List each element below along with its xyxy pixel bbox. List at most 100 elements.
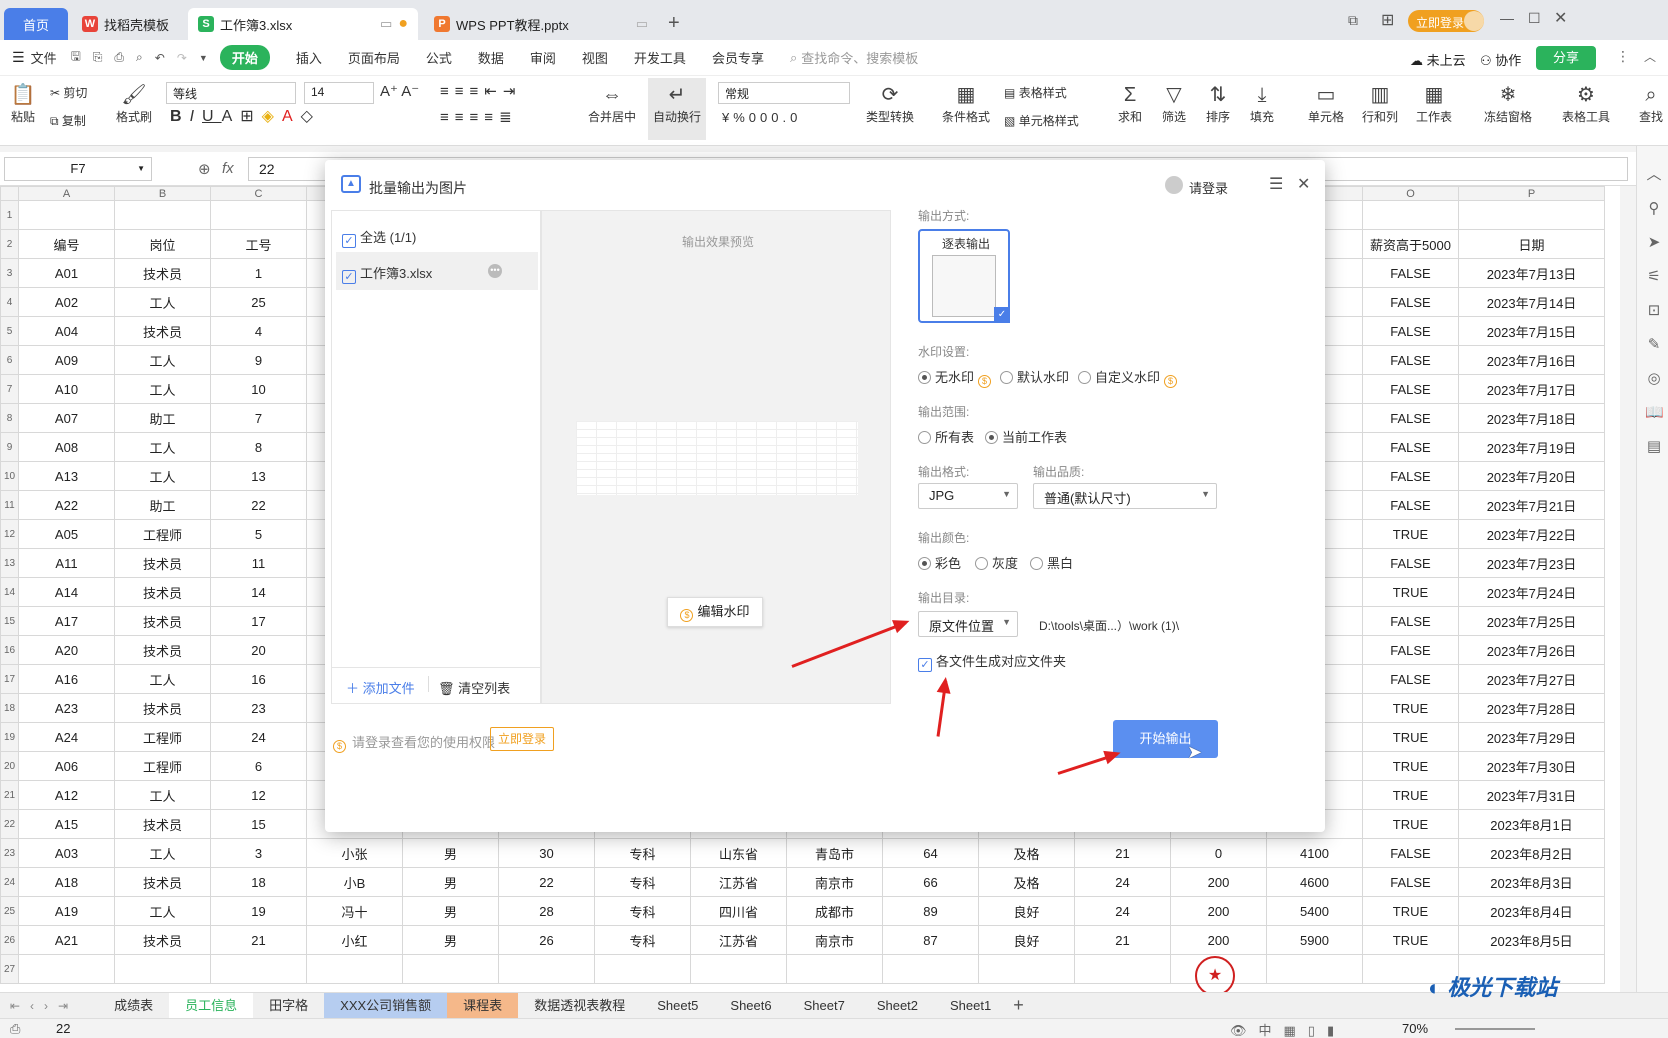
- cell[interactable]: 助工: [114, 490, 211, 520]
- cell[interactable]: 23: [210, 693, 307, 723]
- output-mode-card[interactable]: 逐表输出 ✓: [918, 229, 1010, 323]
- column-header[interactable]: O: [1362, 186, 1459, 201]
- cell[interactable]: 7: [210, 403, 307, 433]
- cell[interactable]: 技术员: [114, 258, 211, 288]
- cell[interactable]: 17: [210, 606, 307, 636]
- cell[interactable]: A02: [18, 287, 115, 317]
- sort-button[interactable]: ⇅ 排序: [1200, 82, 1236, 125]
- cell[interactable]: 2023年7月31日: [1458, 780, 1605, 810]
- cell[interactable]: FALSE: [1362, 432, 1459, 462]
- per-file-folder-checkbox[interactable]: ✓ 各文件生成对应文件夹: [918, 651, 1066, 672]
- row-header[interactable]: 2: [0, 229, 19, 259]
- corner-cell[interactable]: [0, 186, 19, 201]
- undo-icon[interactable]: ↶: [155, 51, 165, 65]
- font-select[interactable]: 等线: [166, 82, 296, 104]
- cell[interactable]: FALSE: [1362, 287, 1459, 317]
- halign-group[interactable]: ≡≡≡≡≣: [440, 108, 518, 126]
- cell[interactable]: A18: [18, 867, 115, 897]
- table-style-button[interactable]: ▤ 表格样式: [1004, 84, 1067, 101]
- edit-watermark-button[interactable]: $ 编辑水印: [667, 597, 763, 627]
- cell[interactable]: FALSE: [1362, 635, 1459, 665]
- cell[interactable]: 30: [498, 838, 595, 868]
- save-icon[interactable]: 🖫: [71, 47, 81, 68]
- cell[interactable]: [1074, 954, 1171, 984]
- cell[interactable]: [498, 954, 595, 984]
- cell[interactable]: A22: [18, 490, 115, 520]
- cell[interactable]: [882, 954, 979, 984]
- cell[interactable]: 南京市: [786, 867, 883, 897]
- cell[interactable]: 2023年7月15日: [1458, 316, 1605, 346]
- cell[interactable]: 24: [1074, 896, 1171, 926]
- wm-custom-radio[interactable]: 自定义水印 $: [1078, 367, 1178, 388]
- cell[interactable]: 工人: [114, 461, 211, 491]
- color-full-radio[interactable]: 彩色: [918, 553, 961, 572]
- cell[interactable]: 2023年8月1日: [1458, 809, 1605, 839]
- cell[interactable]: 小红: [306, 925, 403, 955]
- cell[interactable]: 工人: [114, 838, 211, 868]
- cell[interactable]: A20: [18, 635, 115, 665]
- row-header[interactable]: 1: [0, 200, 19, 230]
- cell[interactable]: TRUE: [1362, 925, 1459, 955]
- fx-icon[interactable]: fx: [222, 160, 234, 177]
- view-mode-icons[interactable]: 👁中▦▯▮: [1230, 1020, 1346, 1038]
- cell[interactable]: 男: [402, 838, 499, 868]
- cell[interactable]: A04: [18, 316, 115, 346]
- sheet-tab[interactable]: Sheet1: [934, 993, 1007, 1019]
- row-header[interactable]: 11: [0, 490, 19, 520]
- cell[interactable]: FALSE: [1362, 345, 1459, 375]
- underline-icon[interactable]: U: [202, 108, 222, 125]
- cell[interactable]: 21: [1074, 925, 1171, 955]
- select-all-checkbox[interactable]: ✓ 全选 (1/1): [342, 227, 416, 248]
- cell[interactable]: 及格: [978, 867, 1075, 897]
- menu-home[interactable]: 开始: [219, 45, 270, 70]
- cell[interactable]: A19: [18, 896, 115, 926]
- cell[interactable]: 成都市: [786, 896, 883, 926]
- cell[interactable]: 2023年7月30日: [1458, 751, 1605, 781]
- font-style-group[interactable]: BIUA⊞◈A◇: [170, 106, 321, 126]
- cell[interactable]: 1: [210, 258, 307, 288]
- cell[interactable]: 青岛市: [786, 838, 883, 868]
- cell[interactable]: 2023年7月27日: [1458, 664, 1605, 694]
- row-header[interactable]: 16: [0, 635, 19, 665]
- cell[interactable]: 江苏省: [690, 867, 787, 897]
- screen-icon[interactable]: ▭: [636, 16, 648, 32]
- add-sheet-icon[interactable]: +: [1013, 995, 1024, 1016]
- cell[interactable]: A07: [18, 403, 115, 433]
- menu-data[interactable]: 数据: [478, 48, 504, 67]
- grid-apps-icon[interactable]: ⊞: [1381, 10, 1394, 30]
- add-file-button[interactable]: ＋ 添加文件: [346, 678, 415, 697]
- currency-icon[interactable]: ¥: [722, 110, 733, 125]
- cell[interactable]: A11: [18, 548, 115, 578]
- cell[interactable]: 2023年7月21日: [1458, 490, 1605, 520]
- cell[interactable]: 25: [210, 287, 307, 317]
- cell[interactable]: 专科: [594, 838, 691, 868]
- cell[interactable]: [210, 200, 307, 230]
- cell[interactable]: 26: [498, 925, 595, 955]
- menu-formula[interactable]: 公式: [426, 48, 452, 67]
- cell[interactable]: 及格: [978, 838, 1075, 868]
- wm-none-radio[interactable]: 无水印 $: [918, 367, 992, 388]
- screen-icon[interactable]: ▭: [380, 16, 392, 32]
- zoom-slider[interactable]: [1455, 1028, 1535, 1030]
- align-right-icon[interactable]: ≡: [470, 109, 485, 126]
- row-header[interactable]: 25: [0, 896, 19, 926]
- avatar[interactable]: [1464, 11, 1484, 31]
- cell[interactable]: 14: [210, 577, 307, 607]
- column-header[interactable]: B: [114, 186, 211, 201]
- export-icon[interactable]: ⎘: [93, 50, 103, 65]
- cell[interactable]: 良好: [978, 925, 1075, 955]
- table-tools-button[interactable]: ⚙ 表格工具: [1556, 82, 1616, 125]
- cell[interactable]: 岗位: [114, 229, 211, 259]
- tab-ppt[interactable]: P WPS PPT教程.pptx ▭: [424, 8, 658, 40]
- row-header[interactable]: 19: [0, 722, 19, 752]
- cell[interactable]: 冯十: [306, 896, 403, 926]
- menu-file[interactable]: 文件: [31, 48, 57, 67]
- collab-button[interactable]: ⚇ 协作: [1480, 50, 1521, 69]
- shape-icon[interactable]: ⊡: [1645, 294, 1663, 328]
- cell[interactable]: 18: [210, 867, 307, 897]
- cell[interactable]: TRUE: [1362, 519, 1459, 549]
- cell[interactable]: 3: [210, 838, 307, 868]
- cell[interactable]: 技术员: [114, 693, 211, 723]
- cell[interactable]: 工人: [114, 780, 211, 810]
- cell[interactable]: FALSE: [1362, 403, 1459, 433]
